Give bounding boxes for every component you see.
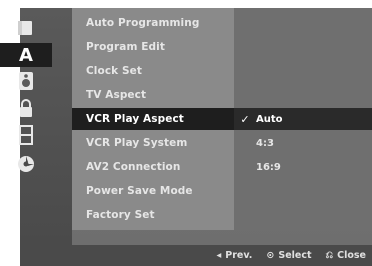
menu-item-tv-aspect[interactable]: TV Aspect bbox=[72, 84, 234, 106]
settings-disc-icon[interactable] bbox=[0, 152, 52, 176]
lock-icon[interactable] bbox=[0, 96, 52, 120]
menu-item-vcr-play-system[interactable]: VCR Play System bbox=[72, 132, 234, 154]
option-label: Auto bbox=[256, 113, 283, 125]
menu-item-factory-set[interactable]: Factory Set bbox=[72, 204, 234, 226]
menu-item-clock-set[interactable]: Clock Set bbox=[72, 60, 234, 82]
select-label: Select bbox=[278, 250, 312, 261]
enter-icon: ⊙ bbox=[266, 250, 275, 261]
film-icon[interactable] bbox=[0, 123, 52, 147]
option-16-9[interactable]: 16:9 bbox=[234, 156, 372, 178]
menu-item-auto-programming[interactable]: Auto Programming bbox=[72, 12, 234, 34]
menu-item-label: AV2 Connection bbox=[86, 161, 181, 173]
left-arrow-icon: ◂ bbox=[216, 250, 222, 261]
menu-item-label: VCR Play System bbox=[86, 137, 188, 149]
menu-item-label: TV Aspect bbox=[86, 89, 147, 101]
close-label: Close bbox=[337, 250, 366, 261]
prev-label: Prev. bbox=[225, 250, 253, 261]
prev-hint[interactable]: ◂ Prev. bbox=[216, 250, 252, 261]
option-label: 4:3 bbox=[256, 137, 274, 149]
menu-item-label: Factory Set bbox=[86, 209, 155, 221]
option-4-3[interactable]: 4:3 bbox=[234, 132, 372, 154]
checkmark-icon: ✓ bbox=[240, 112, 250, 126]
menu-item-vcr-play-aspect[interactable]: VCR Play Aspect bbox=[72, 108, 234, 130]
menu-item-av2-connection[interactable]: AV2 Connection bbox=[72, 156, 234, 178]
language-icon[interactable]: A bbox=[0, 43, 52, 67]
menu-item-label: VCR Play Aspect bbox=[86, 113, 184, 125]
menu-item-power-save-mode[interactable]: Power Save Mode bbox=[72, 180, 234, 202]
return-icon: ⎌ bbox=[325, 250, 334, 261]
menu-item-label: Program Edit bbox=[86, 41, 165, 53]
option-auto[interactable]: ✓ Auto bbox=[234, 108, 372, 130]
disc-icon[interactable] bbox=[0, 16, 52, 40]
close-hint[interactable]: ⎌ Close bbox=[326, 250, 366, 261]
menu-item-label: Power Save Mode bbox=[86, 185, 193, 197]
menu-item-label: Auto Programming bbox=[86, 17, 200, 29]
language-glyph: A bbox=[19, 44, 33, 66]
menu-item-program-edit[interactable]: Program Edit bbox=[72, 36, 234, 58]
audio-icon[interactable] bbox=[0, 69, 52, 93]
setup-screen: A Auto Programming Program Edit Clock Se… bbox=[0, 0, 372, 266]
select-hint[interactable]: ⊙ Select bbox=[266, 250, 311, 261]
key-guide-bar: ◂ Prev. ⊙ Select ⎌ Close bbox=[20, 245, 372, 266]
option-label: 16:9 bbox=[256, 161, 281, 173]
menu-item-label: Clock Set bbox=[86, 65, 142, 77]
